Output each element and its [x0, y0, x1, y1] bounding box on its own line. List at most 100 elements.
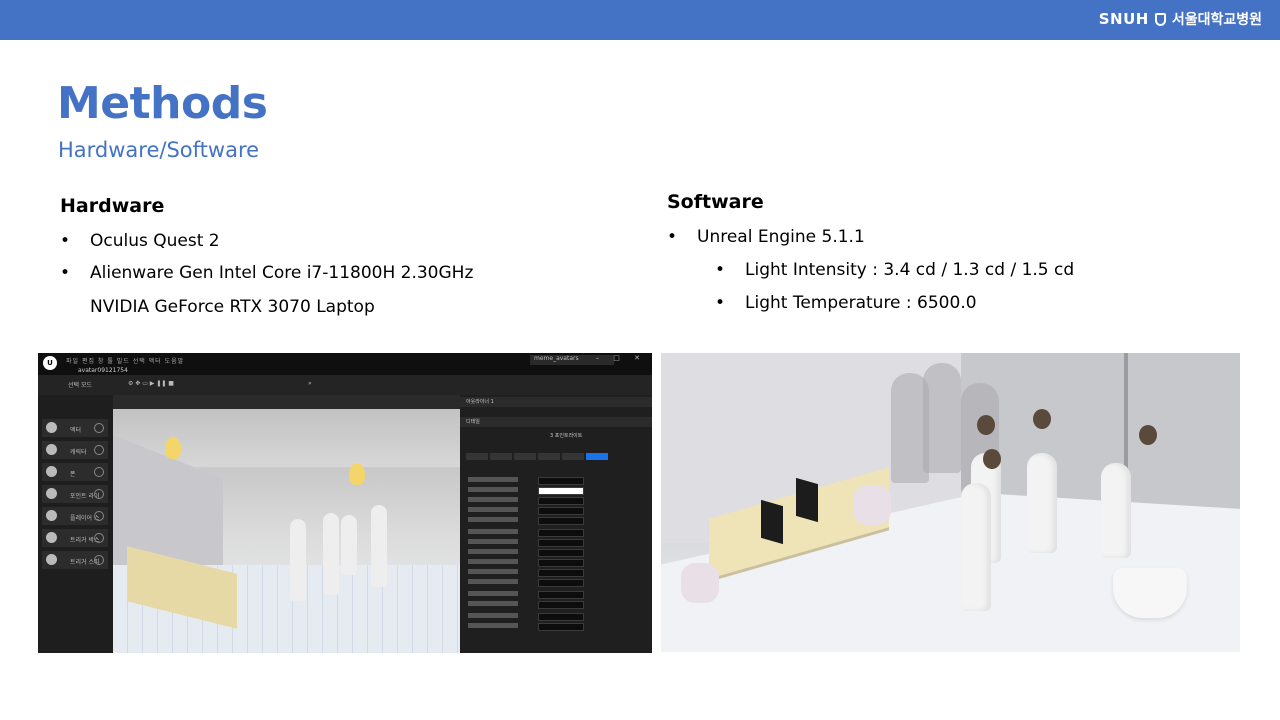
hardware-item-text: Oculus Quest 2	[90, 231, 220, 251]
slide-subtitle: Hardware/Software	[58, 138, 260, 162]
help-icon	[94, 511, 104, 521]
details-row	[468, 529, 638, 537]
editor-toolbar: 선택 모드 ⚙ ✥ ▭ ▶ ❚❚ ■ »	[38, 375, 652, 395]
help-icon	[94, 467, 104, 477]
trigger-box-icon	[46, 532, 57, 543]
place-item: 포인트 라이	[42, 485, 108, 503]
avatar-head	[1033, 409, 1051, 429]
details-selection: 3 포인트라이트	[460, 431, 652, 441]
details-row	[468, 539, 638, 547]
place-item: 트리거 스피	[42, 551, 108, 569]
hardware-item-continuation: NVIDIA GeForce RTX 3070 Laptop	[90, 297, 375, 317]
software-subitem: • Light Intensity : 3.4 cd / 1.3 cd / 1.…	[667, 260, 1074, 280]
details-row	[468, 487, 638, 495]
help-icon	[94, 533, 104, 543]
editor-menu-text: 파일 편집 창 툴 빌드 선택 액터 도움말	[66, 358, 185, 365]
details-header: 디테일	[460, 417, 652, 427]
details-row	[468, 559, 638, 567]
details-row	[468, 477, 638, 485]
details-row	[468, 569, 638, 577]
details-tab-active	[586, 453, 608, 460]
slide-title: Methods	[57, 78, 268, 129]
details-tab	[490, 453, 512, 460]
editor-viewport	[113, 395, 460, 653]
scene-pipe	[1124, 353, 1128, 473]
place-item: 폰	[42, 463, 108, 481]
toolbar-icons: ⚙ ✥ ▭ ▶ ❚❚ ■	[128, 380, 174, 387]
help-icon	[94, 423, 104, 433]
logo-mark-icon	[1154, 12, 1166, 26]
bullet-icon: •	[60, 263, 71, 283]
details-tab	[466, 453, 488, 460]
avatar-figure	[371, 505, 387, 587]
place-item: 액터	[42, 419, 108, 437]
details-row	[468, 579, 638, 587]
details-row	[468, 613, 638, 621]
details-row	[468, 601, 638, 609]
scene-sink	[1113, 568, 1187, 618]
details-row	[468, 549, 638, 557]
place-actors-panel: 액터 캐릭터 폰 포인트 라이 플레이어 스 트리거 박스 트리거 스피	[38, 395, 113, 653]
avatar-figure	[290, 519, 306, 601]
bullet-icon: •	[715, 293, 726, 313]
hardware-list: • Oculus Quest 2 • Alienware Gen Intel C…	[60, 231, 473, 317]
software-subitem-text: Light Intensity : 3.4 cd / 1.3 cd / 1.5 …	[745, 260, 1075, 280]
hardware-item: • Oculus Quest 2	[60, 231, 473, 251]
logo-text: SNUH	[1098, 10, 1149, 28]
software-section: Software • Unreal Engine 5.1.1 • Light I…	[667, 191, 1074, 326]
character-icon	[46, 444, 57, 455]
help-icon	[94, 489, 104, 499]
details-panel: 아웃라이너 1 디테일 3 포인트라이트	[460, 395, 652, 653]
place-item-label: 액터	[70, 427, 82, 434]
details-row	[468, 497, 638, 505]
light-bulb-icon	[349, 463, 365, 485]
help-icon	[94, 555, 104, 565]
hardware-heading: Hardware	[60, 195, 165, 217]
header-bar: SNUH 서울대학교병원	[0, 0, 1280, 40]
editor-mode-select: 선택 모드	[68, 382, 92, 389]
rendered-scene-screenshot	[661, 353, 1240, 652]
trigger-sphere-icon	[46, 554, 57, 565]
place-item-label: 캐릭터	[70, 449, 87, 456]
office-chair	[853, 485, 891, 525]
snuh-logo: SNUH 서울대학교병원	[1099, 9, 1262, 29]
hardware-section: Hardware • Oculus Quest 2 • Alienware Ge…	[60, 195, 473, 329]
toolbar-more-icon: »	[308, 380, 312, 387]
office-chair	[681, 563, 719, 603]
details-row	[468, 517, 638, 525]
details-tab	[538, 453, 560, 460]
bullet-icon: •	[60, 231, 71, 251]
hardware-item: • Alienware Gen Intel Core i7-11800H 2.3…	[60, 263, 473, 317]
software-item-text: Unreal Engine 5.1.1	[697, 227, 865, 247]
editor-menubar: U 파일 편집 창 툴 빌드 선택 액터 도움말 avatar09121754 …	[38, 353, 652, 375]
editor-level-tab: avatar09121754	[78, 367, 128, 374]
monitor	[761, 499, 783, 545]
wall-shadow	[923, 363, 961, 473]
outliner-header: 아웃라이너 1	[460, 397, 652, 407]
logo-korean-text: 서울대학교병원	[1171, 12, 1262, 28]
details-row	[468, 623, 638, 631]
avatar-figure	[341, 515, 357, 575]
details-row	[468, 507, 638, 515]
bullet-icon: •	[667, 227, 678, 247]
point-light-icon	[46, 488, 57, 499]
details-tab	[562, 453, 584, 460]
details-tab	[514, 453, 536, 460]
software-subitem-text: Light Temperature : 6500.0	[745, 293, 977, 313]
avatar-head	[1139, 425, 1157, 445]
software-item: • Unreal Engine 5.1.1	[667, 227, 1074, 247]
monitor	[796, 477, 818, 523]
player-start-icon	[46, 510, 57, 521]
place-item-label: 폰	[70, 471, 76, 478]
hardware-item-text: Alienware Gen Intel Core i7-11800H 2.30G…	[90, 263, 474, 283]
unreal-logo-icon: U	[43, 356, 57, 370]
software-heading: Software	[667, 191, 764, 213]
place-item: 플레이어 스	[42, 507, 108, 525]
avatar-figure	[1101, 463, 1131, 558]
window-controls-icon: – □ ✕	[595, 354, 646, 362]
unreal-editor-screenshot: U 파일 편집 창 툴 빌드 선택 액터 도움말 avatar09121754 …	[38, 353, 652, 653]
avatar-head	[977, 415, 995, 435]
bullet-icon: •	[715, 260, 726, 280]
light-bulb-icon	[165, 437, 181, 459]
avatar-figure	[961, 483, 991, 611]
